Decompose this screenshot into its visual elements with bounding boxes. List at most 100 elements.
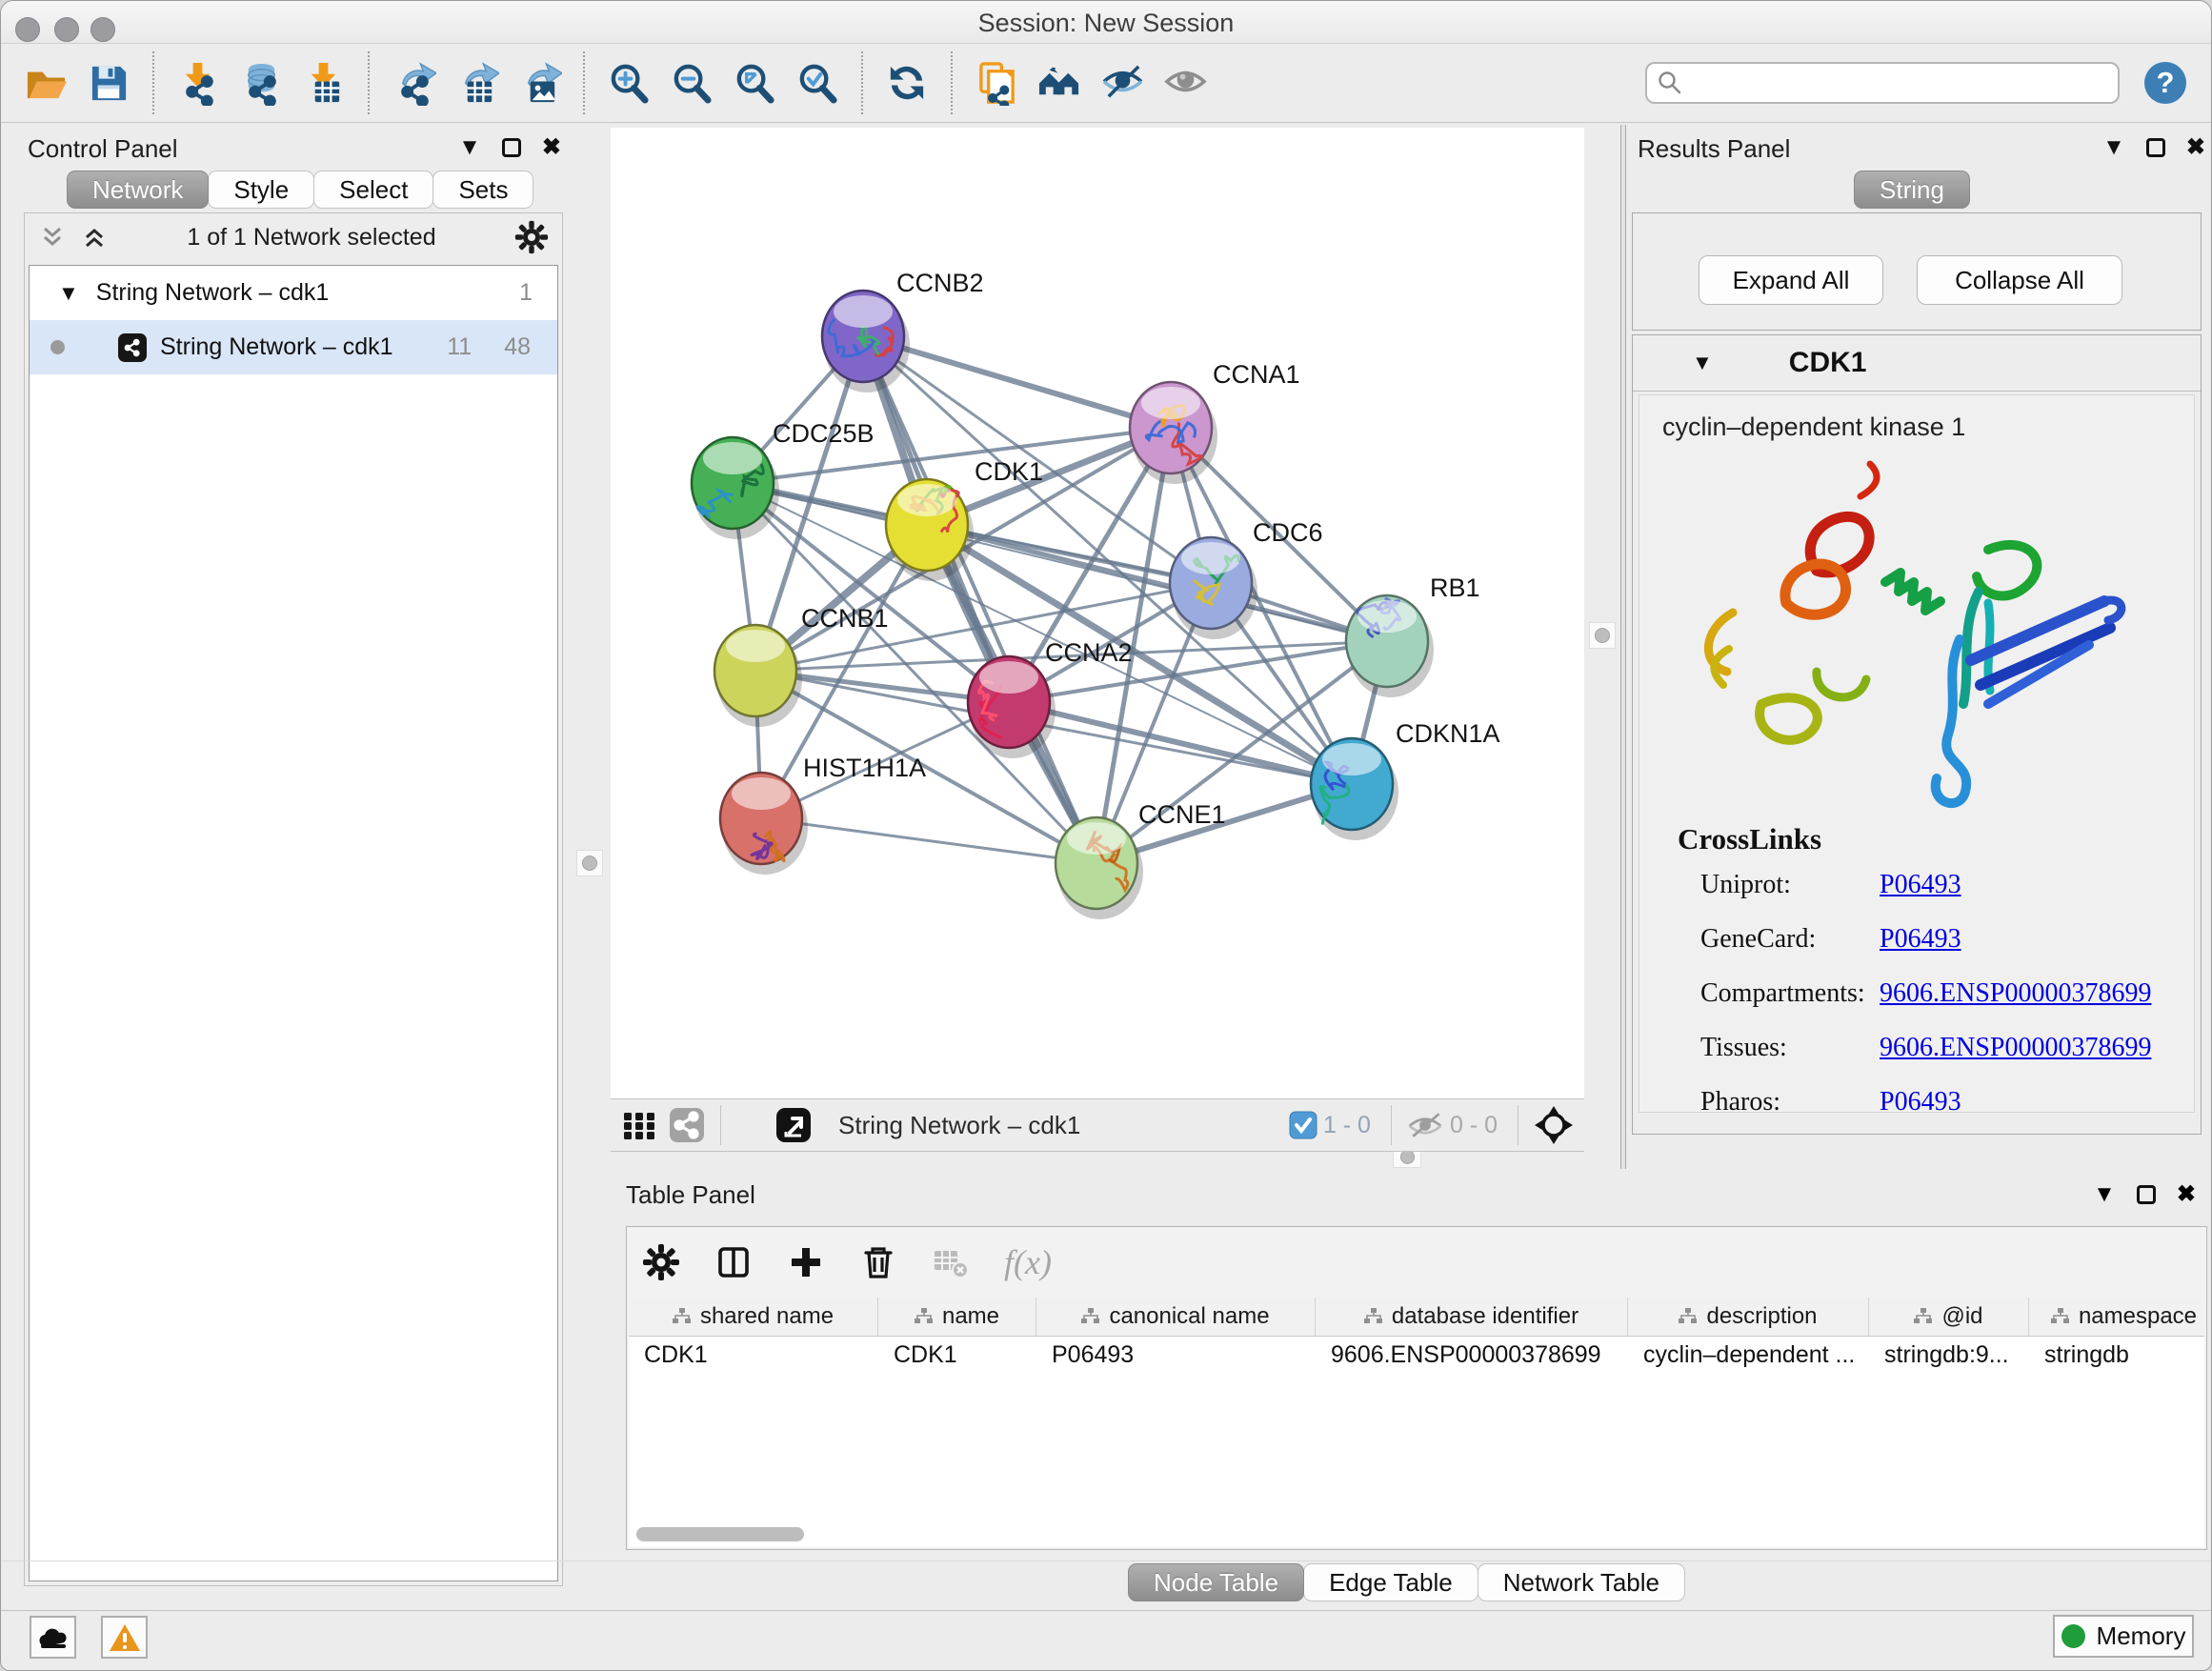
network-options-gear-icon[interactable] — [514, 220, 549, 254]
network-edge[interactable] — [1009, 702, 1352, 784]
crosslink-row: Tissues: 9606.ENSP00000378699 — [1700, 1033, 2194, 1063]
close-panel-icon[interactable]: ✖ — [542, 136, 561, 159]
network-collection-row[interactable]: ▼ String Network – cdk1 1 — [30, 266, 557, 320]
home-layouts-button[interactable] — [1034, 56, 1085, 110]
expand-all-button[interactable]: Expand All — [1699, 255, 1883, 305]
export-image-button[interactable] — [513, 56, 565, 110]
function-builder-icon: f(x) — [1004, 1242, 1052, 1282]
tab-style[interactable]: Style — [208, 171, 314, 209]
results-menu-icon[interactable]: ▼ — [2102, 136, 2125, 159]
export-table-button[interactable] — [451, 56, 502, 110]
network-node-CCNE1[interactable]: CCNE1 — [1056, 800, 1226, 919]
search-box[interactable] — [1645, 62, 2120, 104]
left-splitter-handle[interactable] — [576, 850, 603, 876]
collapse-all-button[interactable]: Collapse All — [1917, 255, 2122, 305]
tab-edge-table[interactable]: Edge Table — [1303, 1563, 1478, 1601]
selected-checkbox-icon[interactable] — [1289, 1111, 1317, 1139]
tab-sets[interactable]: Sets — [432, 171, 533, 209]
results-panel-title: Results Panel — [1638, 134, 1790, 164]
column-header-canonical-name[interactable]: canonical name — [1036, 1298, 1316, 1336]
column-header-namespace[interactable]: namespace — [2029, 1298, 2204, 1336]
node-count: 11 — [447, 333, 472, 361]
status-bar: Memory — [1, 1610, 2211, 1670]
network-view-icon[interactable] — [668, 1106, 706, 1144]
grid-view-icon[interactable] — [620, 1106, 658, 1144]
expand-all-networks-icon[interactable] — [80, 223, 109, 252]
network-node-CCNA1[interactable]: CCNA1 — [1130, 360, 1300, 484]
birdseye-navigator-icon[interactable] — [1533, 1104, 1575, 1146]
import-network-button[interactable] — [172, 56, 224, 110]
network-edge[interactable] — [863, 336, 1096, 863]
gene-name: CDK1 — [1789, 347, 1867, 379]
crosslink-link[interactable]: P06493 — [1880, 1087, 1961, 1113]
table-close-icon[interactable]: ✖ — [2177, 1180, 2196, 1208]
memory-label: Memory — [2097, 1621, 2186, 1651]
crosslinks-section: CrossLinks Uniprot: P06493GeneCard: P064… — [1639, 822, 2194, 1113]
help-button[interactable]: ? — [2144, 62, 2186, 104]
float-panel-icon[interactable] — [502, 138, 521, 157]
show-columns-icon[interactable] — [714, 1243, 753, 1281]
table-header-row: shared name name canonical name database… — [629, 1298, 2204, 1337]
show-all-button[interactable] — [1159, 56, 1211, 110]
zoom-out-button[interactable] — [666, 56, 717, 110]
crosslink-link[interactable]: P06493 — [1880, 924, 1961, 954]
column-type-icon — [673, 1308, 692, 1325]
table-options-gear-icon[interactable] — [642, 1243, 680, 1281]
node-table[interactable]: shared name name canonical name database… — [629, 1298, 2204, 1547]
tab-network-table[interactable]: Network Table — [1478, 1563, 1685, 1601]
network-node-RB1[interactable]: RB1 — [1346, 574, 1480, 697]
crosslink-link[interactable]: 9606.ENSP00000378699 — [1880, 1033, 2151, 1062]
panel-menu-icon[interactable]: ▼ — [458, 136, 481, 159]
column-header-name[interactable]: name — [878, 1298, 1036, 1336]
network-row-selected[interactable]: String Network – cdk1 11 48 — [30, 320, 557, 374]
hide-selected-button[interactable] — [1096, 56, 1148, 110]
collection-collapse-icon[interactable]: ▼ — [58, 281, 79, 306]
gene-header[interactable]: ▼ CDK1 — [1633, 335, 2201, 392]
tab-network[interactable]: Network — [67, 171, 209, 209]
import-table-button[interactable] — [298, 56, 350, 110]
collapse-all-networks-icon[interactable] — [38, 223, 67, 252]
gene-description: cyclin–dependent kinase 1 — [1662, 413, 1965, 442]
warning-status-button[interactable] — [101, 1616, 148, 1659]
refresh-button[interactable] — [881, 56, 933, 110]
column-header-@id[interactable]: @id — [1869, 1298, 2029, 1336]
network-node-HIST1H1A[interactable]: HIST1H1A — [720, 754, 926, 875]
tab-node-table[interactable]: Node Table — [1128, 1563, 1304, 1601]
cloud-status-button[interactable] — [30, 1616, 76, 1659]
crosslink-link[interactable]: 9606.ENSP00000378699 — [1880, 978, 2151, 1008]
table-float-icon[interactable] — [2137, 1185, 2156, 1204]
save-session-button[interactable] — [83, 56, 134, 110]
table-row[interactable]: CDK1CDK1P064939606.ENSP00000378699cyclin… — [629, 1337, 2204, 1375]
clone-network-button[interactable] — [971, 56, 1022, 110]
memory-button[interactable]: Memory — [2053, 1615, 2194, 1658]
crosslink-link[interactable]: P06493 — [1880, 870, 1961, 899]
column-header-description[interactable]: description — [1628, 1298, 1869, 1336]
import-database-button[interactable] — [235, 56, 287, 110]
results-close-icon[interactable]: ✖ — [2186, 136, 2205, 159]
network-edge[interactable] — [761, 818, 1096, 863]
tab-string[interactable]: String — [1854, 171, 1970, 209]
gene-collapse-icon[interactable]: ▼ — [1692, 351, 1713, 375]
export-network-button[interactable] — [388, 56, 439, 110]
delete-table-icon — [932, 1243, 970, 1281]
zoom-fit-button[interactable] — [729, 56, 780, 110]
zoom-selected-button[interactable] — [792, 56, 843, 110]
results-float-icon[interactable] — [2146, 138, 2165, 157]
search-input[interactable] — [1691, 69, 2108, 97]
crosslink-row: Pharos: P06493 — [1700, 1087, 2194, 1113]
network-canvas[interactable]: CCNB2CCNA1CDC25BCDK1CDC6RB1CCNB1CCNA2CDK… — [611, 128, 1584, 1098]
network-graph[interactable]: CCNB2CCNA1CDC25BCDK1CDC6RB1CCNB1CCNA2CDK… — [611, 128, 1584, 1098]
create-column-icon[interactable] — [787, 1243, 825, 1281]
open-session-button[interactable] — [20, 56, 71, 110]
column-header-database-identifier[interactable]: database identifier — [1316, 1298, 1628, 1336]
right-splitter-handle[interactable] — [1589, 622, 1616, 649]
column-header-shared-name[interactable]: shared name — [629, 1298, 878, 1336]
open-in-new-window-icon[interactable] — [774, 1105, 814, 1145]
network-node-CDKN1A[interactable]: CDKN1A — [1311, 719, 1500, 840]
table-hscroll-thumb[interactable] — [636, 1527, 804, 1541]
table-menu-icon[interactable]: ▼ — [2093, 1181, 2116, 1208]
zoom-in-button[interactable] — [603, 56, 654, 110]
crosslink-value: P06493 — [1880, 924, 1961, 955]
delete-column-icon[interactable] — [859, 1243, 897, 1281]
tab-select[interactable]: Select — [313, 171, 433, 209]
